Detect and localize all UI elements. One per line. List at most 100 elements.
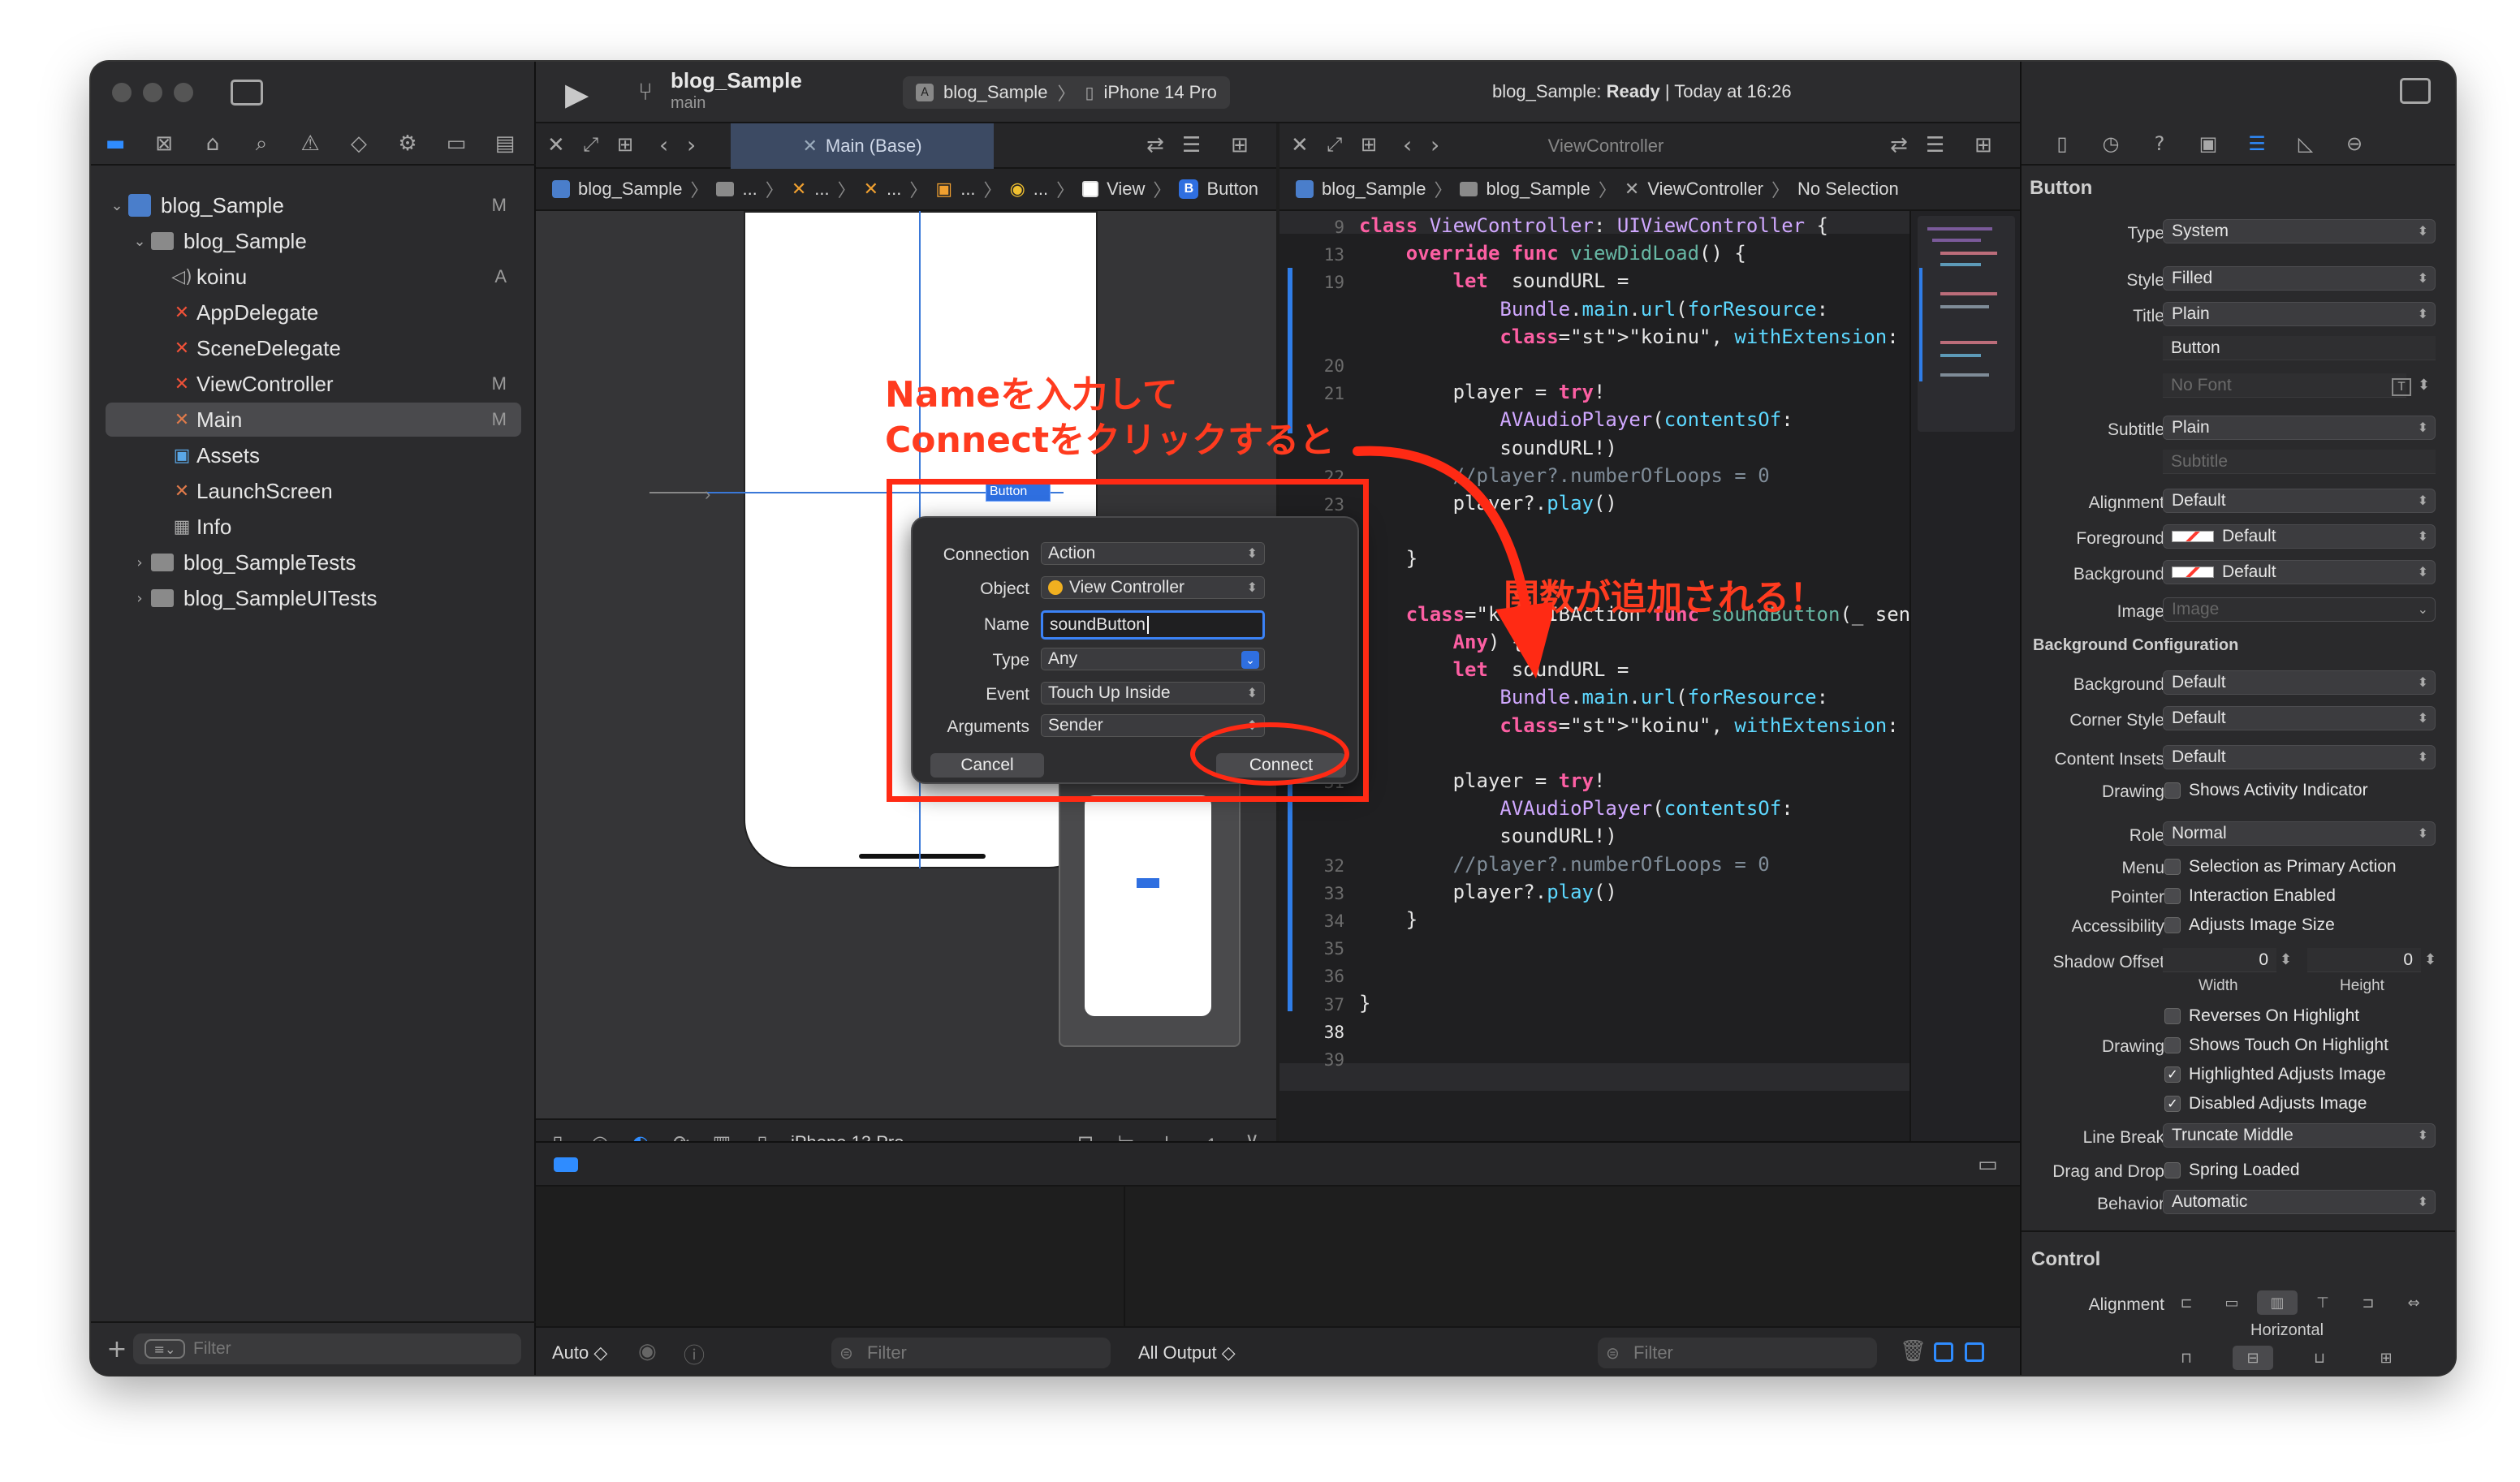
jump-item[interactable]: No Selection	[1797, 179, 1899, 200]
navigator-filter-input[interactable]: ≡⌄ Filter	[133, 1333, 521, 1364]
minimap-viewport[interactable]	[1918, 216, 2015, 432]
run-icon[interactable]: ▶	[565, 76, 589, 112]
grid-icon[interactable]: ⊞	[617, 133, 633, 156]
jump-item[interactable]: ViewController	[1647, 179, 1763, 200]
identity-icon[interactable]: ▣	[2184, 132, 2233, 155]
stepper-icon[interactable]: ⬍	[2424, 951, 2436, 968]
primary-action-checkbox[interactable]	[2164, 859, 2181, 875]
valign-fill-icon[interactable]: ⊞	[2366, 1346, 2406, 1370]
forward-icon[interactable]: ›	[1430, 131, 1439, 158]
tree-item-tests[interactable]: › blog_SampleTests	[106, 545, 521, 579]
jump-item[interactable]: Button	[1206, 179, 1258, 200]
line-break-popup[interactable]: Truncate Middle ⬍	[2163, 1123, 2436, 1148]
tree-item-koinu[interactable]: ◁) koinu A	[106, 260, 521, 294]
align-right-icon[interactable]: ⇔	[2393, 1290, 2434, 1315]
foreground-color-popup[interactable]: Default ⬍	[2163, 524, 2436, 549]
corner-style-popup[interactable]: Default ⬍	[2163, 706, 2436, 730]
tree-item-uitests[interactable]: › blog_SampleUITests	[106, 581, 521, 615]
valign-center-icon[interactable]: ⊟	[2233, 1346, 2273, 1370]
close-traffic-light[interactable]	[112, 83, 132, 102]
scheme-selector[interactable]: A blog_Sample 〉 ▯ iPhone 14 Pro	[903, 76, 1230, 109]
align-left-icon[interactable]: ⊏	[2166, 1290, 2207, 1315]
split-editor-icon[interactable]: ⊞	[1231, 133, 1249, 157]
highlighted-adjusts-checkbox[interactable]: ✓	[2164, 1066, 2181, 1083]
swap-icon[interactable]: ⇄	[1890, 133, 1908, 157]
split-editor-icon[interactable]: ⊞	[1974, 133, 1992, 157]
output-selector[interactable]: All Output ◇	[1138, 1342, 1236, 1364]
show-console-icon[interactable]	[1965, 1342, 1984, 1362]
add-icon[interactable]: +	[101, 1335, 133, 1364]
jump-item[interactable]: ...	[887, 179, 901, 200]
tree-item-assets[interactable]: ▣ Assets	[106, 438, 521, 472]
size-icon[interactable]: ◺	[2281, 132, 2330, 155]
tree-item-appdelegate[interactable]: ✕ AppDelegate	[106, 295, 521, 330]
issue-icon[interactable]: ⚠	[286, 131, 334, 156]
jump-item[interactable]: ...	[814, 179, 829, 200]
test-icon[interactable]: ◇	[334, 131, 383, 156]
back-icon[interactable]: ‹	[659, 131, 668, 158]
reverses-highlight-checkbox[interactable]	[2164, 1008, 2181, 1024]
jump-item[interactable]: blog_Sample	[1486, 179, 1590, 200]
activity-indicator-checkbox[interactable]	[2164, 782, 2181, 799]
zoom-traffic-light[interactable]	[174, 83, 193, 102]
console-filter[interactable]: ⊜ Filter	[1598, 1338, 1877, 1368]
shadow-width-field[interactable]: 0	[2163, 948, 2276, 972]
tree-item-project[interactable]: ⌄ blog_Sample M	[106, 188, 521, 222]
source-control-icon[interactable]: ⊠	[140, 131, 188, 156]
breakpoint-icon[interactable]: ▭	[432, 131, 481, 156]
report-icon[interactable]: ▤	[481, 131, 529, 156]
touch-highlight-checkbox[interactable]	[2164, 1037, 2181, 1053]
minimize-traffic-light[interactable]	[143, 83, 162, 102]
alignment-popup[interactable]: Default ⬍	[2163, 489, 2436, 513]
subtitle-popup[interactable]: Plain ⬍	[2163, 416, 2436, 440]
tree-item-main[interactable]: ✕ Main M	[106, 403, 521, 437]
expand-icon[interactable]: ⤢	[1327, 133, 1342, 156]
options-icon[interactable]: ☰	[1926, 133, 1944, 157]
file-icon[interactable]: ▯	[2038, 132, 2086, 155]
grid-icon[interactable]: ⊞	[1361, 133, 1377, 156]
variables-scope-selector[interactable]: Auto ◇	[552, 1342, 607, 1364]
hide-debug-icon[interactable]: ▭	[1978, 1152, 1998, 1177]
spring-loaded-checkbox[interactable]	[2164, 1162, 2181, 1178]
folder-icon[interactable]: ▬	[91, 131, 140, 156]
eye-icon[interactable]: ◉	[638, 1339, 657, 1364]
symbol-icon[interactable]: ⌂	[188, 131, 237, 156]
options-icon[interactable]: ☰	[1182, 133, 1201, 157]
valign-bottom-icon[interactable]: ⊔	[2299, 1346, 2340, 1370]
back-icon[interactable]: ‹	[1403, 131, 1412, 158]
adjusts-image-size-checkbox[interactable]	[2164, 917, 2181, 933]
type-popup[interactable]: System ⬍	[2163, 219, 2436, 243]
title-text-field[interactable]: Button	[2163, 336, 2436, 360]
history-icon[interactable]: ◷	[2086, 132, 2135, 155]
align-trailing-icon[interactable]: ⊐	[2348, 1290, 2388, 1315]
connections-icon[interactable]: ⊖	[2330, 132, 2379, 155]
image-combobox[interactable]: Image ⌄	[2163, 597, 2436, 622]
behavior-popup[interactable]: Automatic ⬍	[2163, 1190, 2436, 1214]
swap-icon[interactable]: ⇄	[1146, 133, 1164, 157]
jump-item[interactable]: View	[1107, 179, 1145, 200]
tree-item-info[interactable]: ▦ Info	[106, 510, 521, 544]
content-insets-popup[interactable]: Default ⬍	[2163, 745, 2436, 769]
forward-icon[interactable]: ›	[687, 131, 696, 158]
tree-item-scenedelegate[interactable]: ✕ SceneDelegate	[106, 331, 521, 365]
find-icon[interactable]: ⌕	[237, 131, 286, 157]
pointer-checkbox[interactable]	[2164, 888, 2181, 904]
align-center-icon[interactable]: ▭	[2211, 1290, 2252, 1315]
help-icon[interactable]: ?	[2135, 132, 2184, 155]
font-field[interactable]: No Font	[2163, 373, 2406, 398]
stepper-icon[interactable]: ⬍	[2280, 951, 2292, 968]
variables-filter[interactable]: ⊜ Filter	[831, 1338, 1111, 1368]
expand-icon[interactable]: ⤢	[583, 133, 598, 156]
role-popup[interactable]: Normal ⬍	[2163, 821, 2436, 846]
debug-toggle-icon[interactable]	[554, 1157, 578, 1172]
jump-item[interactable]: blog_Sample	[1322, 179, 1426, 200]
valign-top-icon[interactable]: ⊓	[2166, 1346, 2207, 1370]
shadow-height-field[interactable]: 0	[2307, 948, 2421, 972]
tree-item-launchscreen[interactable]: ✕ LaunchScreen	[106, 474, 521, 508]
stepper-icon[interactable]: ⬍	[2418, 377, 2430, 394]
attributes-icon[interactable]: ☰	[2233, 132, 2281, 155]
align-leading-icon[interactable]: ⊤	[2302, 1290, 2343, 1315]
chevron-right-icon[interactable]: ›	[128, 590, 151, 607]
bg-config-background-popup[interactable]: Default ⬍	[2163, 670, 2436, 695]
jump-item[interactable]: ...	[960, 179, 975, 200]
